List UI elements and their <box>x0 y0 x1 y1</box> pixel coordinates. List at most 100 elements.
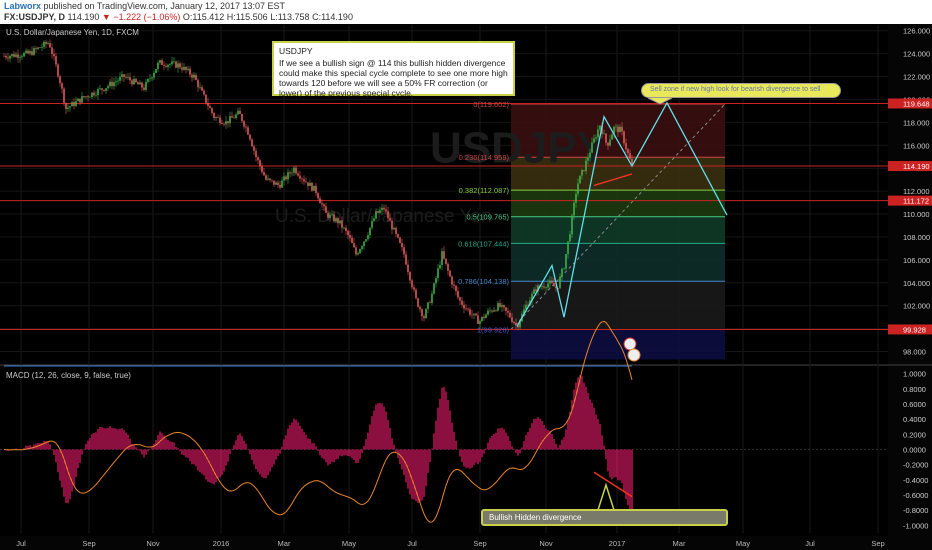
macd-histogram-bar <box>221 449 223 475</box>
macd-histogram-bar <box>165 438 167 450</box>
candle-body <box>413 287 415 290</box>
macd-histogram-bar <box>395 449 397 452</box>
macd-histogram-bar <box>291 422 293 450</box>
price-label-text: 119.648 <box>903 100 930 109</box>
candle-body <box>229 116 231 124</box>
candle-body <box>267 178 269 180</box>
macd-histogram-bar <box>421 449 423 501</box>
macd-histogram-bar <box>443 386 445 450</box>
author-link[interactable]: Labworx <box>4 1 41 11</box>
macd-histogram-bar <box>293 418 295 450</box>
candle-body <box>195 74 197 80</box>
macd-histogram-bar <box>617 449 619 481</box>
macd-histogram-bar <box>143 449 145 458</box>
macd-histogram-bar <box>431 448 433 450</box>
candle-body <box>361 246 363 250</box>
candle-body <box>457 291 459 298</box>
candle-body <box>129 77 131 81</box>
macd-histogram-bar <box>323 449 325 460</box>
macd-histogram-bar <box>339 449 341 456</box>
candle-body <box>315 185 317 194</box>
candle-body <box>275 182 277 185</box>
candle-body <box>25 50 27 53</box>
macd-histogram-bar <box>517 449 519 456</box>
macd-histogram-bar <box>627 449 629 506</box>
macd-histogram-bar <box>437 407 439 450</box>
candle-body <box>219 117 221 123</box>
candle-body <box>141 82 143 88</box>
macd-histogram-bar <box>87 440 89 450</box>
candle-body <box>337 218 339 224</box>
macd-histogram-bar <box>261 449 263 478</box>
candle-body <box>307 182 309 187</box>
macd-title: MACD (12, 26, close, 9, false, true) <box>6 371 131 380</box>
candle-body <box>415 289 417 299</box>
macd-histogram-bar <box>511 446 513 450</box>
candle-body <box>487 310 489 315</box>
macd-histogram-bar <box>381 403 383 450</box>
candle-body <box>589 152 591 158</box>
macd-histogram-bar <box>631 449 633 516</box>
chart-canvas[interactable]: USDJPYU.S. Dollar/Japanese Yen Jul Sep Nov… <box>0 24 932 550</box>
macd-histogram-bar <box>49 444 51 450</box>
candle-body <box>617 126 619 133</box>
macd-histogram-bar <box>141 449 143 455</box>
candle-body <box>137 82 139 85</box>
macd-histogram-bar <box>413 449 415 500</box>
macd-tick-label: -0.6000 <box>903 491 928 500</box>
candle-body <box>461 300 463 305</box>
macd-histogram-bar <box>249 449 251 455</box>
macd-histogram-bar <box>375 404 377 450</box>
candle-body <box>245 126 247 128</box>
candle-body <box>381 207 383 211</box>
candle-body <box>305 181 307 183</box>
candle-body <box>365 239 367 242</box>
macd-histogram-bar <box>101 427 103 450</box>
candle-body <box>11 54 13 56</box>
symbol-label: FX:USDJPY, D <box>4 12 66 22</box>
candle-body <box>29 51 31 54</box>
candle-body <box>421 309 423 317</box>
candle-body <box>283 176 285 181</box>
macd-histogram-bar <box>465 449 467 468</box>
macd-histogram-bar <box>189 449 191 462</box>
callout-body: If we see a bullish sign @ 114 this bull… <box>279 58 508 98</box>
candle-body <box>157 62 159 70</box>
macd-histogram-bar <box>121 428 123 450</box>
candle-body <box>21 56 23 58</box>
macd-histogram-bar <box>213 449 215 485</box>
y-tick-label: 112.000 <box>903 187 930 196</box>
low-value: L:113.758 <box>270 12 310 22</box>
y-tick-label: 104.000 <box>903 279 930 288</box>
candle-body <box>51 47 53 55</box>
macd-histogram-bar <box>111 428 113 450</box>
macd-histogram-bar <box>181 449 183 455</box>
macd-histogram-bar <box>91 434 93 450</box>
macd-histogram-bar <box>197 449 199 471</box>
candle-body <box>49 43 51 48</box>
candle-body <box>595 137 597 139</box>
macd-histogram-bar <box>533 418 535 450</box>
macd-histogram-bar <box>445 391 447 450</box>
y-tick-label: 116.000 <box>903 141 930 150</box>
macd-histogram-bar <box>161 432 163 450</box>
macd-histogram-bar <box>439 398 441 450</box>
macd-histogram-bar <box>119 428 121 450</box>
macd-histogram-bar <box>205 449 207 480</box>
macd-histogram-bar <box>337 449 339 459</box>
macd-histogram-bar <box>299 425 301 450</box>
macd-histogram-bar <box>233 445 235 450</box>
candle-body <box>169 64 171 65</box>
candle-body <box>329 214 331 218</box>
candle-body <box>435 278 437 284</box>
candle-body <box>615 126 617 128</box>
fib-zone <box>511 190 725 217</box>
candle-body <box>237 110 239 115</box>
candle-body <box>605 133 607 143</box>
macd-histogram-bar <box>201 449 203 474</box>
candle-body <box>309 182 311 187</box>
candle-body <box>241 114 243 122</box>
candle-body <box>621 126 623 132</box>
candle-body <box>289 172 291 174</box>
open-value: O:115.412 <box>182 12 225 22</box>
